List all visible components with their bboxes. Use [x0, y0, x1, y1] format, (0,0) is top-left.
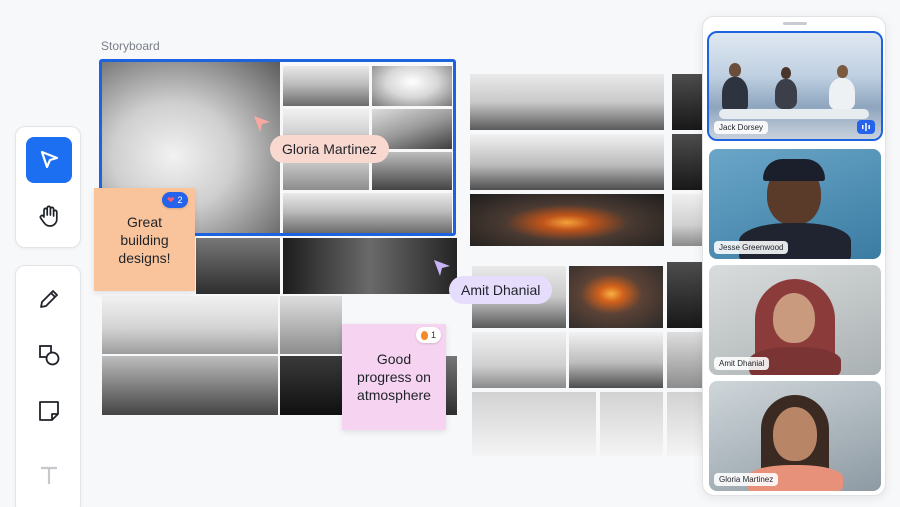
ruins-frame-5[interactable] — [470, 194, 664, 246]
sticky-tool-button[interactable] — [26, 388, 72, 434]
sticky-note-icon — [39, 401, 59, 421]
ruins-frame-14[interactable] — [600, 392, 663, 456]
participant-name: Jesse Greenwood — [714, 241, 789, 254]
ruins-frame-2[interactable] — [672, 74, 702, 130]
reaction-count: 1 — [431, 330, 437, 340]
sticky-note-text: Good progress on atmosphere — [357, 351, 431, 403]
storyboard-frame-14[interactable] — [280, 356, 342, 415]
toolbar-navigation — [15, 126, 81, 248]
ruins-frame-8[interactable] — [569, 266, 663, 328]
participant-tile[interactable]: Gloria Martinez — [709, 381, 881, 491]
cursor-arrow-icon — [40, 150, 59, 169]
heart-reaction-badge[interactable]: ❤ 2 — [162, 192, 188, 208]
panel-drag-handle[interactable] — [783, 22, 807, 25]
gloria-cursor-icon — [254, 116, 270, 132]
ruins-frame-13[interactable] — [472, 392, 596, 456]
participant-name: Jack Dorsey — [714, 121, 769, 134]
pencil-icon — [40, 290, 58, 308]
storyboard-frame-9[interactable] — [196, 238, 280, 294]
text-icon — [41, 466, 57, 484]
shapes-tool-button[interactable] — [26, 332, 72, 378]
participant-name: Gloria Martinez — [714, 473, 779, 486]
ruins-frame-15[interactable] — [667, 392, 702, 456]
heart-icon: ❤ — [167, 194, 175, 205]
amit-cursor-icon — [434, 260, 450, 276]
fire-icon — [421, 330, 428, 340]
ruins-frame-3[interactable] — [470, 134, 664, 190]
text-tool-button[interactable] — [26, 452, 72, 498]
whiteboard-canvas[interactable]: Storyboard Great building designs! ❤ 2 G… — [0, 0, 900, 507]
storyboard-frame-13[interactable] — [102, 356, 278, 415]
ruins-frame-12[interactable] — [667, 332, 702, 388]
select-tool-button[interactable] — [26, 137, 72, 183]
pan-tool-button[interactable] — [26, 193, 72, 239]
participant-tile[interactable]: Amit Dhanial — [709, 265, 881, 375]
ruins-frame-9[interactable] — [667, 262, 702, 328]
participant-tile[interactable]: Jack Dorsey — [707, 31, 883, 141]
ruins-frame-11[interactable] — [569, 332, 663, 388]
participant-tile[interactable]: Jesse Greenwood — [709, 149, 881, 259]
ruins-frame-4[interactable] — [672, 134, 702, 190]
shapes-icon — [39, 345, 60, 366]
collaborator-tag-gloria: Gloria Martinez — [270, 135, 389, 163]
ruins-frame-6[interactable] — [672, 194, 702, 246]
video-call-panel: Jack Dorsey Jesse Greenwood Amit Dhanial — [702, 16, 886, 496]
storyboard-frame-15[interactable] — [446, 356, 457, 415]
speaking-mic-icon — [857, 120, 875, 134]
hand-icon — [39, 205, 58, 227]
storyboard-frame-10[interactable] — [283, 238, 457, 294]
board-label: Storyboard — [101, 39, 160, 53]
toolbar-create — [15, 265, 81, 507]
sticky-note-text: Great building designs! — [118, 213, 171, 266]
reaction-count: 2 — [177, 195, 183, 205]
participant-name: Amit Dhanial — [714, 357, 770, 370]
pen-tool-button[interactable] — [26, 276, 72, 322]
storyboard-frame-12[interactable] — [280, 296, 342, 354]
fire-reaction-badge[interactable]: 1 — [416, 327, 442, 343]
collaborator-tag-amit: Amit Dhanial — [449, 276, 553, 304]
storyboard-frame-11[interactable] — [102, 296, 278, 354]
ruins-frame-1[interactable] — [470, 74, 664, 130]
ruins-frame-10[interactable] — [472, 332, 566, 388]
